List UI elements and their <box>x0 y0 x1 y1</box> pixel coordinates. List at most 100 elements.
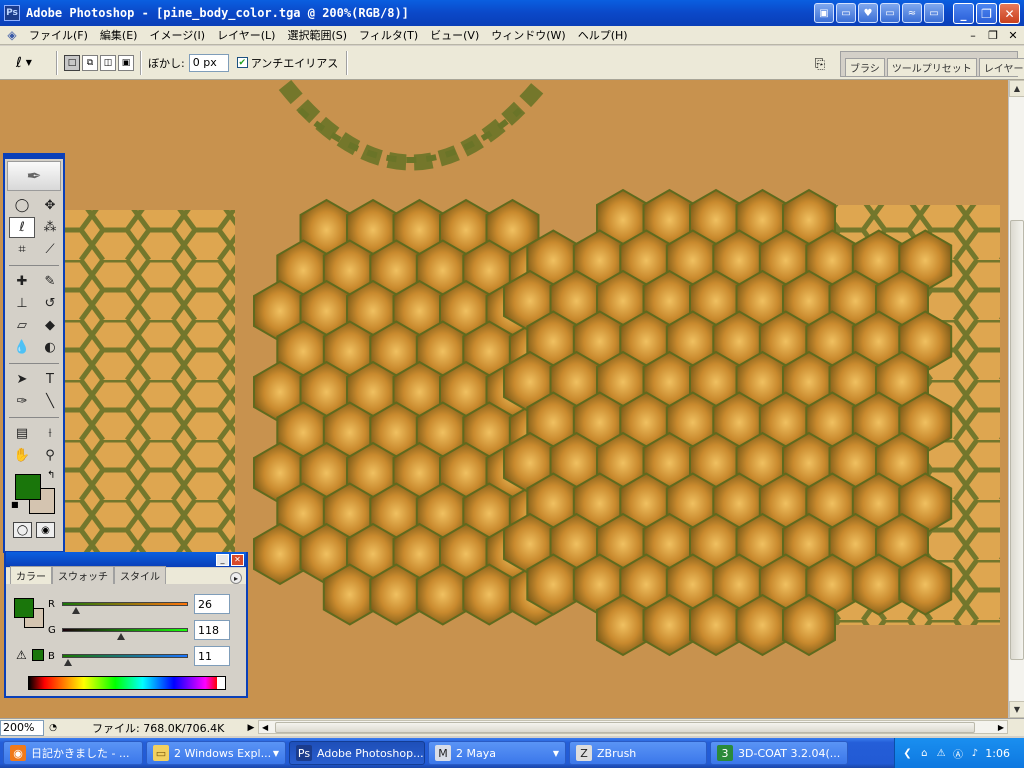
vertical-scroll-thumb[interactable] <box>1010 220 1024 660</box>
red-slider-knob[interactable] <box>71 607 80 614</box>
palette-menu-icon[interactable]: ▸ <box>230 572 242 584</box>
doc-restore-button[interactable]: ❐ <box>984 27 1002 43</box>
blue-slider-knob[interactable] <box>64 659 73 666</box>
feather-logo-icon[interactable]: ✒ <box>7 161 61 191</box>
intersect-selection-icon[interactable]: ▣ <box>118 54 134 71</box>
tab-color[interactable]: カラー <box>10 566 52 584</box>
status-arrow-icon[interactable]: ▶ <box>244 723 258 733</box>
foreground-color-swatch[interactable] <box>15 474 41 500</box>
color-ramp[interactable] <box>28 676 226 690</box>
lasso-icon[interactable]: ℓ <box>9 217 35 238</box>
palette-minimize-button[interactable]: _ <box>216 553 229 566</box>
default-colors-icon[interactable]: ■ <box>11 500 19 509</box>
notes-icon[interactable]: ▤ <box>9 423 35 444</box>
blur-icon[interactable]: 💧 <box>9 337 35 358</box>
doc-minimize-button[interactable]: – <box>964 27 982 43</box>
eraser-icon[interactable]: ▱ <box>9 315 35 336</box>
palette-foreground-swatch[interactable] <box>14 598 34 618</box>
restore-button[interactable]: ❐ <box>976 3 997 24</box>
history-brush-icon[interactable]: ↺ <box>37 293 63 314</box>
status-menu-icon[interactable]: ◔ <box>46 723 60 733</box>
blue-slider[interactable] <box>62 654 188 666</box>
zoom-icon[interactable]: ⚲ <box>37 445 63 466</box>
task-3dcoat[interactable]: 3 3D-COAT 3.2.04(... <box>710 741 848 765</box>
subtract-selection-icon[interactable]: ◫ <box>100 54 116 71</box>
standard-mode-icon[interactable]: ◯ <box>13 522 32 538</box>
menu-view[interactable]: ビュー(V) <box>424 27 485 43</box>
menu-window[interactable]: ウィンドウ(W) <box>485 27 571 43</box>
antivirus-icon[interactable]: Ⓐ <box>952 746 965 761</box>
new-selection-icon[interactable]: □ <box>64 54 80 71</box>
dodge-icon[interactable]: ◐ <box>37 337 63 358</box>
slice-icon[interactable]: ⟋ <box>37 239 63 260</box>
marquee-icon[interactable]: ◯ <box>9 195 35 216</box>
menu-select[interactable]: 選択範囲(S) <box>281 27 353 43</box>
folder-icon[interactable]: ▭ <box>836 3 856 23</box>
tab-styles[interactable]: スタイル <box>114 566 166 584</box>
task-maya[interactable]: M 2 Maya ▼ <box>428 741 566 765</box>
scroll-up-icon[interactable]: ▲ <box>1009 80 1024 97</box>
swap-colors-icon[interactable]: ↰ <box>47 470 55 481</box>
tab-swatches[interactable]: スウォッチ <box>52 566 114 584</box>
zoom-field[interactable]: 200% <box>0 719 44 736</box>
blue-value-field[interactable]: 11 <box>194 646 230 666</box>
document-icon[interactable]: ◈ <box>4 27 20 43</box>
menu-help[interactable]: ヘルプ(H) <box>572 27 634 43</box>
horizontal-scrollbar[interactable]: ◀ ▶ <box>258 720 1008 734</box>
menu-edit[interactable]: 編集(E) <box>94 27 144 43</box>
file-browser-icon[interactable]: ⎘ <box>808 53 832 75</box>
menu-filter[interactable]: フィルタ(T) <box>353 27 424 43</box>
antialias-checkbox[interactable]: ✔ <box>236 57 248 68</box>
menu-image[interactable]: イメージ(I) <box>143 27 211 43</box>
lasso-tool-preset-picker[interactable]: ℓ ▼ <box>16 52 50 74</box>
gamut-swatch[interactable] <box>32 649 44 661</box>
line-icon[interactable]: ╲ <box>37 391 63 412</box>
menu-layer[interactable]: レイヤー(L) <box>211 27 281 43</box>
quick-mask-icon[interactable]: ◉ <box>36 522 55 538</box>
hand-icon[interactable]: ✋ <box>9 445 35 466</box>
add-selection-icon[interactable]: ⧉ <box>82 54 98 71</box>
network-icon[interactable]: ⌂ <box>918 746 931 760</box>
task-firefox[interactable]: ◉ 日記かきました - ... <box>3 741 143 765</box>
paint-bucket-icon[interactable]: ◆ <box>37 315 63 336</box>
type-icon[interactable]: T <box>37 369 63 390</box>
well-tab-brushes[interactable]: ブラシ <box>845 58 885 76</box>
healing-brush-icon[interactable]: ✚ <box>9 271 35 292</box>
menu-file[interactable]: ファイル(F) <box>23 27 94 43</box>
vertical-scrollbar[interactable]: ▲ ▼ <box>1008 80 1024 718</box>
safely-remove-icon[interactable]: ⚠ <box>935 746 948 760</box>
folder-icon[interactable]: ▭ <box>880 3 900 23</box>
pen-icon[interactable]: ✑ <box>9 391 35 412</box>
feather-input[interactable] <box>188 53 229 72</box>
bookmark-icon[interactable]: ♥ <box>858 3 878 23</box>
move-icon[interactable]: ✥ <box>37 195 63 216</box>
brush-icon[interactable]: ✎ <box>37 271 63 292</box>
task-zbrush[interactable]: Z ZBrush <box>569 741 707 765</box>
scroll-left-icon[interactable]: ◀ <box>259 723 268 732</box>
folder-icon[interactable]: ▭ <box>924 3 944 23</box>
well-tab-tool-presets[interactable]: ツールプリセット <box>886 58 977 76</box>
minimize-button[interactable]: _ <box>953 3 974 24</box>
red-value-field[interactable]: 26 <box>194 594 230 614</box>
quick-launch-icon[interactable]: ▣ <box>814 3 834 23</box>
gamut-warning-icon[interactable]: ⚠ <box>16 648 27 662</box>
tray-expand-icon[interactable]: ❮ <box>901 746 914 760</box>
horizontal-scroll-thumb[interactable] <box>275 722 975 733</box>
volume-icon[interactable]: ♪ <box>968 746 981 760</box>
task-explorer[interactable]: ▭ 2 Windows Expl... ▼ <box>146 741 286 765</box>
network-icon[interactable]: ≈ <box>902 3 922 23</box>
scroll-down-icon[interactable]: ▼ <box>1009 701 1024 718</box>
eyedropper-icon[interactable]: ⟊ <box>37 423 63 444</box>
green-value-field[interactable]: 118 <box>194 620 230 640</box>
green-slider[interactable] <box>62 628 188 640</box>
clone-stamp-icon[interactable]: ⊥ <box>9 293 35 314</box>
crop-icon[interactable]: ⌗ <box>9 239 35 260</box>
palette-close-button[interactable]: ✕ <box>231 553 244 566</box>
task-photoshop[interactable]: Ps Adobe Photoshop... <box>289 741 425 765</box>
doc-close-button[interactable]: ✕ <box>1004 27 1022 43</box>
red-slider[interactable] <box>62 602 188 614</box>
close-button[interactable]: ✕ <box>999 3 1020 24</box>
scroll-right-icon[interactable]: ▶ <box>998 723 1007 732</box>
well-tab-layer-comps[interactable]: レイヤーカンプ <box>978 58 1024 76</box>
path-select-icon[interactable]: ➤ <box>9 369 35 390</box>
